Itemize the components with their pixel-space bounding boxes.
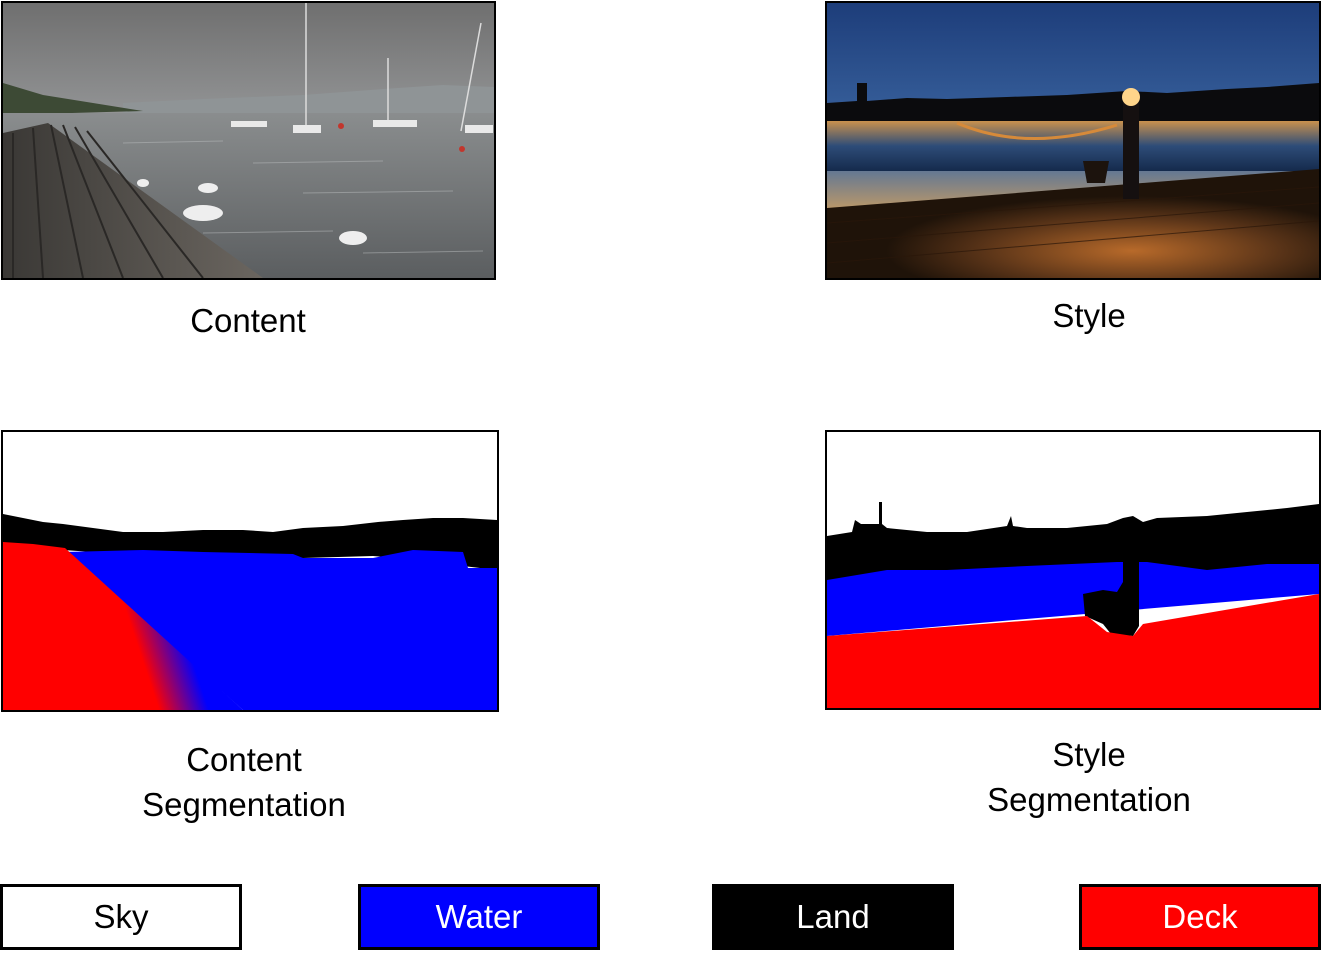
style-segmentation-caption: Style Segmentation <box>939 732 1239 822</box>
content-segmentation-caption-line2: Segmentation <box>142 786 346 823</box>
style-segmentation-caption-line1: Style <box>1052 736 1126 773</box>
content-segmentation-map <box>1 430 499 712</box>
legend-sky: Sky <box>0 884 242 950</box>
legend-land-label: Land <box>796 898 870 935</box>
style-photo-image <box>827 3 1319 278</box>
legend-water-label: Water <box>435 898 523 935</box>
content-segmentation-image <box>3 432 497 710</box>
content-photo-image <box>3 3 494 278</box>
style-caption: Style <box>1052 297 1126 334</box>
style-segmentation-caption-line2: Segmentation <box>987 781 1191 818</box>
style-photo <box>825 1 1321 280</box>
legend-land: Land <box>712 884 954 950</box>
style-segmentation-image <box>827 432 1319 708</box>
legend-water: Water <box>358 884 600 950</box>
legend-deck-label: Deck <box>1162 898 1238 935</box>
content-segmentation-caption-line1: Content <box>186 741 302 778</box>
style-segmentation-map <box>825 430 1321 710</box>
content-photo <box>1 1 496 280</box>
legend-sky-label: Sky <box>93 898 149 935</box>
content-segmentation-caption: Content Segmentation <box>94 737 394 827</box>
legend-deck: Deck <box>1079 884 1321 950</box>
content-caption: Content <box>190 302 306 339</box>
